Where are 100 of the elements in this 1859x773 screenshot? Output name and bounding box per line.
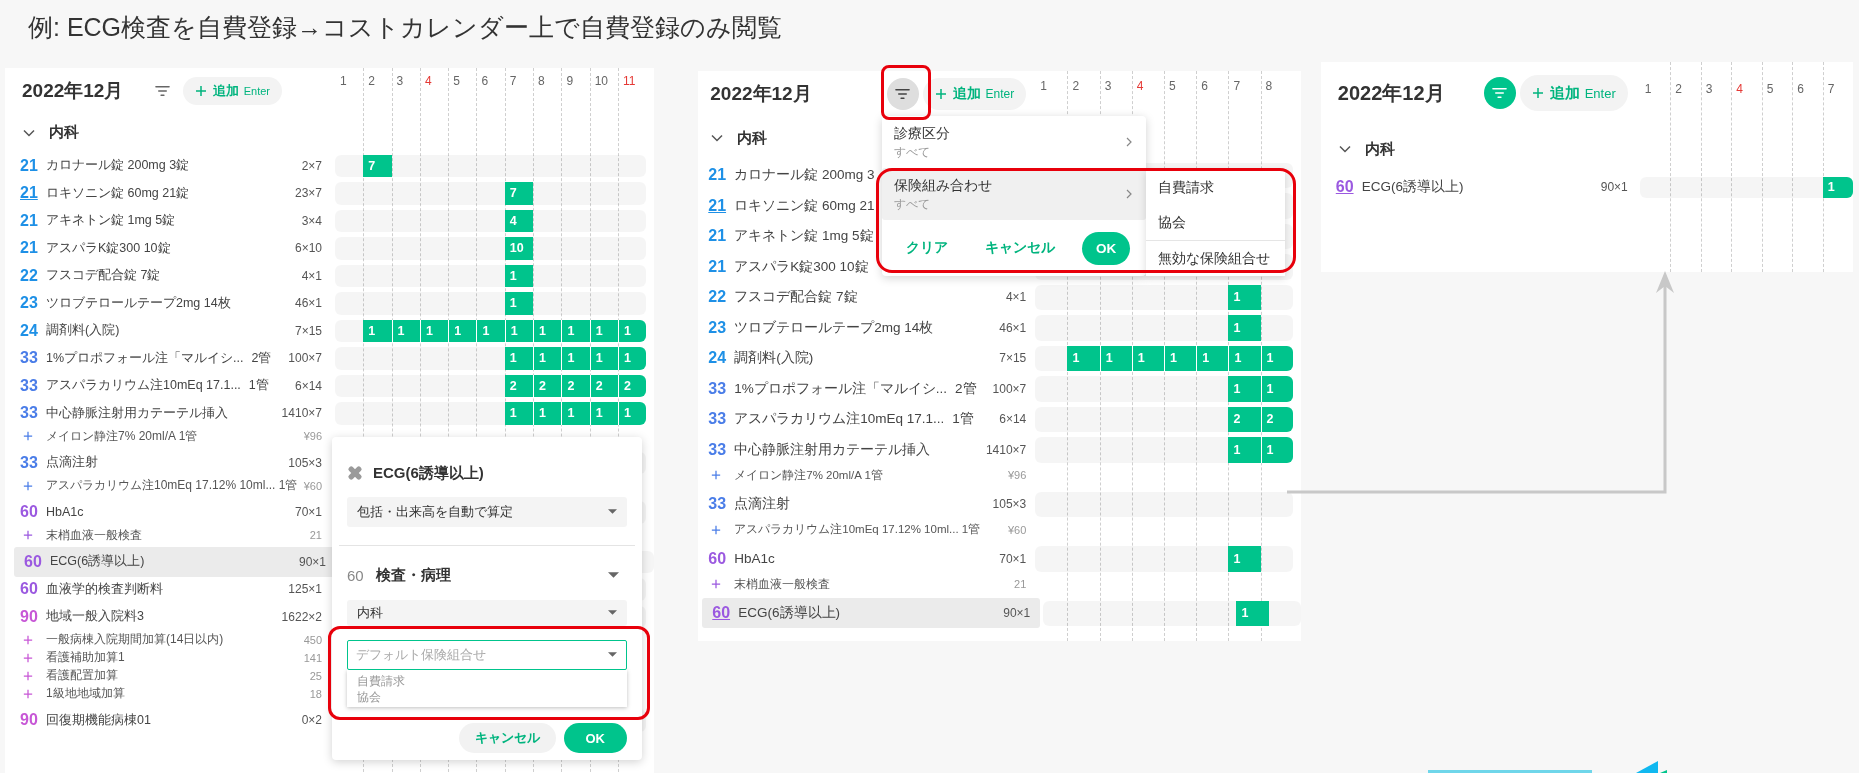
insurance-select[interactable]: デフォルト保険組合せ <box>347 640 627 670</box>
day-count[interactable]: 1 <box>1067 345 1100 371</box>
day-count[interactable]: 1 <box>533 402 562 425</box>
chevron-down-icon[interactable] <box>23 128 35 137</box>
menu-item[interactable]: 診療区分 すべて <box>882 116 1147 168</box>
item-row[interactable]: 60 HbA1c 70×1 <box>14 499 328 525</box>
item-row[interactable]: 33 中心静脈注射用カテーテル挿入 1410×7 <box>702 435 1033 464</box>
item-quantity: 90×1 <box>1599 180 1628 194</box>
day-count[interactable]: 1 <box>1228 315 1261 341</box>
day-count[interactable]: 1 <box>589 402 618 425</box>
day-count[interactable]: 1 <box>1164 345 1197 371</box>
filter-button[interactable] <box>886 77 919 110</box>
day-count[interactable]: 10 <box>504 237 534 260</box>
item-row[interactable]: 24 調剤料(入院) 7×15 <box>14 318 328 344</box>
day-count[interactable]: 4 <box>504 209 534 232</box>
item-row[interactable]: 33 1%プロポフォール注「マルイシ... 2管 100×7 <box>14 345 328 371</box>
item-row[interactable]: 24 調剤料(入院) 7×15 <box>702 344 1033 373</box>
day-count[interactable]: 2 <box>589 374 618 397</box>
clear-button[interactable]: クリア <box>896 233 959 263</box>
cancel-button[interactable]: キャンセル <box>458 723 556 753</box>
chevron-down-icon[interactable] <box>711 134 724 142</box>
day-count[interactable]: 1 <box>1099 345 1132 371</box>
day-count[interactable]: 1 <box>1236 600 1269 626</box>
item-row[interactable]: 21 ロキソニン錠 60mg 21錠 23×7 <box>14 180 328 206</box>
day-count[interactable]: 1 <box>363 319 392 342</box>
add-button[interactable]: 追加 Enter <box>1519 75 1628 111</box>
day-count[interactable]: 1 <box>476 319 505 342</box>
item-row[interactable]: 23 ツロブテロールテープ2mg 14枚 46×1 <box>14 290 328 316</box>
day-count[interactable]: 1 <box>1228 437 1261 463</box>
ok-button[interactable]: OK <box>563 723 627 753</box>
menu-item[interactable]: 無効な保険組合せ <box>1146 241 1286 276</box>
day-count[interactable]: 1 <box>504 292 534 315</box>
item-row[interactable]: 21 カロナール錠 200mg 3錠 2×7 <box>14 153 328 179</box>
day-count[interactable]: 1 <box>419 319 449 342</box>
item-row[interactable]: 33 アスパラカリウム注10mEq 17.1... 1管 6×14 <box>14 373 328 399</box>
day-count[interactable]: 1 <box>1822 176 1854 198</box>
day-count[interactable]: 2 <box>533 374 562 397</box>
item-row[interactable]: 33 アスパラカリウム注10mEq 17.1... 1管 6×14 <box>702 405 1033 434</box>
day-count[interactable]: 2 <box>1260 406 1293 432</box>
day-count[interactable]: 1 <box>561 319 590 342</box>
day-count[interactable]: 2 <box>561 374 590 397</box>
day-count[interactable]: 2 <box>504 374 534 397</box>
day-label: 7 <box>1232 79 1242 93</box>
day-count[interactable]: 1 <box>504 264 534 287</box>
day-count[interactable]: 1 <box>1131 345 1164 371</box>
day-count[interactable]: 1 <box>589 319 618 342</box>
day-count[interactable]: 7 <box>363 154 392 177</box>
item-row[interactable]: 33 中心静脈注射用カテーテル挿入 1410×7 <box>14 400 328 426</box>
day-count[interactable]: 1 <box>617 402 647 425</box>
dropdown-option[interactable]: 協会 <box>357 688 617 705</box>
day-count[interactable]: 1 <box>1260 437 1293 463</box>
menu-item[interactable]: 協会 <box>1146 205 1286 240</box>
add-button[interactable]: 追加 Enter <box>182 76 282 105</box>
item-row[interactable]: 22 フスコデ配合錠 7錠 4×1 <box>702 283 1033 312</box>
day-count[interactable]: 2 <box>617 374 647 397</box>
add-button[interactable]: 追加 Enter <box>922 77 1027 110</box>
day-count[interactable]: 1 <box>533 319 562 342</box>
item-row[interactable]: 21 アキネトン錠 1mg 5錠 3×4 <box>14 208 328 234</box>
item-row[interactable]: 60 血液学的検査判断料 125×1 <box>14 576 328 602</box>
calculation-select[interactable]: 包括・出来高を自動で算定 <box>347 497 627 527</box>
day-count[interactable]: 1 <box>1260 345 1293 371</box>
day-count[interactable]: 1 <box>504 402 534 425</box>
day-count[interactable]: 1 <box>391 319 420 342</box>
item-row[interactable]: 33 1%プロポフォール注「マルイシ... 2管 100×7 <box>702 374 1033 403</box>
day-count[interactable]: 1 <box>533 347 562 370</box>
item-code: 24 <box>708 349 728 368</box>
item-row[interactable]: 23 ツロブテロールテープ2mg 14枚 46×1 <box>702 313 1033 342</box>
ok-button[interactable]: OK <box>1082 231 1131 265</box>
day-count[interactable]: 7 <box>504 182 534 205</box>
day-count[interactable]: 1 <box>448 319 477 342</box>
item-row[interactable]: 60 ECG(6誘導以上) 90×1 <box>1329 175 1634 199</box>
dropdown-option[interactable]: 自費請求 <box>357 672 617 689</box>
item-row[interactable]: 22 フスコデ配合錠 7錠 4×1 <box>14 263 328 289</box>
cancel-button[interactable]: キャンセル <box>975 233 1066 263</box>
item-row[interactable]: 90 回復期機能病棟01 0×2 <box>14 707 328 733</box>
day-count[interactable]: 1 <box>617 347 647 370</box>
item-row[interactable]: 60 HbA1c 70×1 <box>702 544 1033 573</box>
menu-item[interactable]: 保険組み合わせ すべて <box>882 168 1147 220</box>
day-count[interactable]: 1 <box>1196 345 1229 371</box>
item-row[interactable]: 33 点滴注射 105×3 <box>14 450 328 476</box>
department-select[interactable]: 内科 <box>347 600 627 626</box>
day-count[interactable]: 1 <box>589 347 618 370</box>
menu-item[interactable]: 自費請求 <box>1146 170 1286 205</box>
day-count[interactable]: 1 <box>561 347 590 370</box>
day-count[interactable]: 1 <box>1228 546 1261 572</box>
day-count[interactable]: 1 <box>504 319 534 342</box>
day-count[interactable]: 1 <box>1228 376 1261 402</box>
chevron-right-icon <box>1126 137 1133 147</box>
chevron-down-icon[interactable] <box>1338 145 1351 153</box>
day-count[interactable]: 2 <box>1228 406 1261 432</box>
day-count[interactable]: 1 <box>1260 376 1293 402</box>
day-count[interactable]: 1 <box>1228 345 1261 371</box>
item-row[interactable]: 90 地域一般入院料3 1622×2 <box>14 604 328 630</box>
item-row[interactable]: 33 点滴注射 105×3 <box>702 490 1033 519</box>
item-row[interactable]: 21 アスパラK錠300 10錠 6×10 <box>14 235 328 261</box>
day-count[interactable]: 1 <box>504 347 534 370</box>
item-row[interactable]: 60 ECG(6誘導以上) 90×1 <box>702 598 1041 629</box>
day-count[interactable]: 1 <box>561 402 590 425</box>
day-count[interactable]: 1 <box>1228 284 1261 310</box>
day-count[interactable]: 1 <box>617 319 647 342</box>
